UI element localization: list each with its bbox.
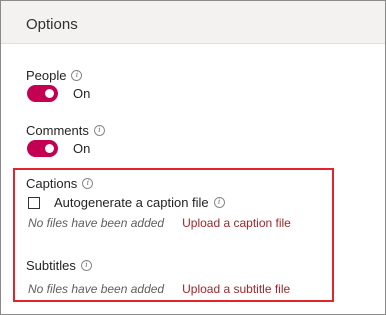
subtitle-files-row: No files have been added Upload a subtit… bbox=[28, 282, 290, 296]
comments-label-row: Comments i bbox=[26, 123, 105, 138]
comments-label: Comments bbox=[26, 123, 89, 138]
people-label-row: People i bbox=[26, 68, 83, 83]
comments-toggle-row: On bbox=[27, 140, 90, 157]
info-icon[interactable]: i bbox=[71, 70, 83, 81]
subtitles-label: Subtitles bbox=[26, 258, 76, 273]
people-toggle-state: On bbox=[73, 86, 91, 101]
autogenerate-caption-label: Autogenerate a caption file bbox=[54, 195, 209, 210]
autogenerate-caption-checkbox[interactable] bbox=[28, 196, 40, 209]
panel-header: Options bbox=[1, 1, 385, 44]
toggle-knob bbox=[45, 89, 54, 98]
captions-label-row: Captions i bbox=[26, 176, 94, 191]
people-toggle-row: On bbox=[27, 85, 90, 102]
comments-toggle[interactable] bbox=[27, 140, 58, 157]
comments-toggle-state: On bbox=[73, 141, 91, 156]
captions-label: Captions bbox=[26, 176, 78, 191]
subtitles-label-row: Subtitles i bbox=[26, 258, 92, 273]
info-icon[interactable]: i bbox=[82, 178, 94, 189]
panel-title: Options bbox=[26, 16, 78, 33]
info-icon[interactable]: i bbox=[213, 197, 225, 208]
subtitle-no-files-text: No files have been added bbox=[28, 282, 165, 296]
people-toggle[interactable] bbox=[27, 85, 58, 102]
info-icon[interactable]: i bbox=[93, 125, 105, 136]
upload-subtitle-link[interactable]: Upload a subtitle file bbox=[182, 282, 290, 296]
upload-caption-link[interactable]: Upload a caption file bbox=[182, 216, 291, 230]
info-icon[interactable]: i bbox=[80, 260, 92, 271]
caption-files-row: No files have been added Upload a captio… bbox=[28, 216, 291, 230]
caption-no-files-text: No files have been added bbox=[28, 216, 165, 230]
autogenerate-caption-row[interactable]: Autogenerate a caption file i bbox=[28, 195, 225, 210]
options-panel: Options People i On Comments i On Captio… bbox=[0, 0, 386, 315]
people-label: People bbox=[26, 68, 67, 83]
toggle-knob bbox=[45, 144, 54, 153]
